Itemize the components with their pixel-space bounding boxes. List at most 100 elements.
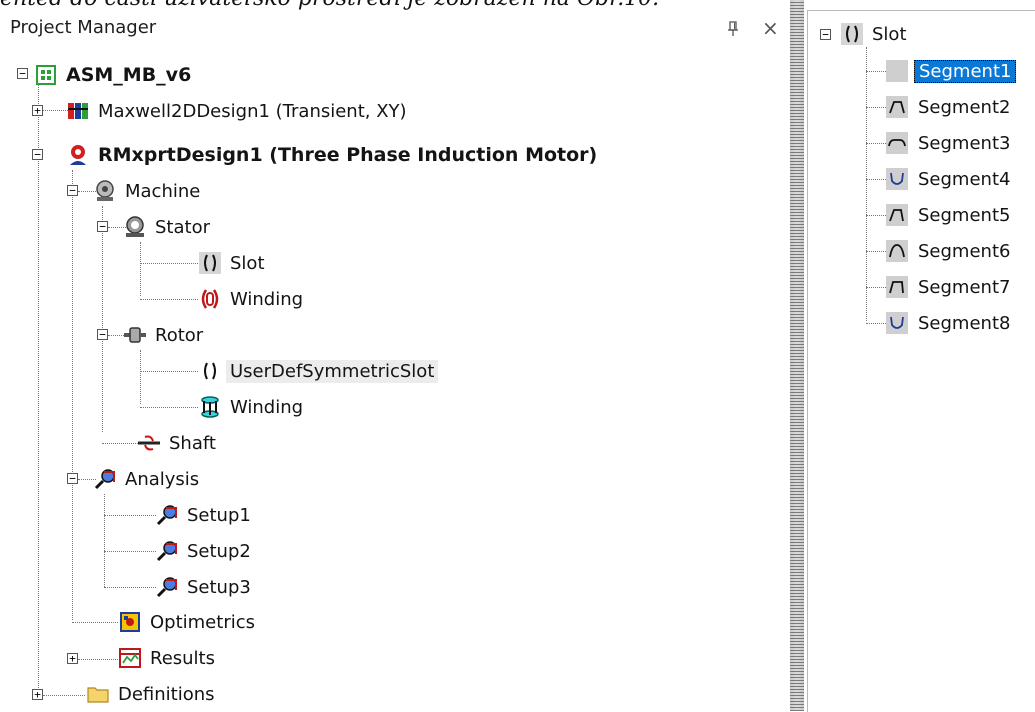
tree-item-stator-winding[interactable]: Winding <box>198 284 307 314</box>
tree-item-label: Setup3 <box>187 576 251 598</box>
collapse-toggle[interactable]: − <box>67 185 78 196</box>
close-icon[interactable]: × <box>762 18 779 38</box>
tree-item-stator[interactable]: Stator <box>123 212 214 242</box>
tree-branch <box>866 251 886 252</box>
tree-item-label: ASM_MB_v6 <box>66 64 192 86</box>
tree-branch <box>866 107 886 108</box>
segment-item-3[interactable]: Segment3 <box>886 128 1014 158</box>
setup-icon <box>155 575 179 599</box>
segment-item-6[interactable]: Segment6 <box>886 236 1014 266</box>
segment-label: Segment8 <box>918 312 1011 334</box>
panel-title: Project Manager <box>10 17 157 38</box>
segment-label: Segment3 <box>918 132 1011 154</box>
slot-icon <box>198 359 222 383</box>
collapse-toggle[interactable]: − <box>67 473 78 484</box>
segment-trapezoid-icon <box>886 96 908 118</box>
tree-item-project[interactable]: ASM_MB_v6 <box>34 60 195 90</box>
segment-label: Segment6 <box>918 240 1011 262</box>
tree-branch <box>102 443 138 444</box>
tree-item-rotor-slot[interactable]: UserDefSymmetricSlot <box>198 356 439 386</box>
tree-item-setup2[interactable]: Setup2 <box>155 536 255 566</box>
tree-item-label: Setup2 <box>187 540 251 562</box>
setup-icon <box>155 539 179 563</box>
tree-item-label: Winding <box>230 396 304 418</box>
tree-item-setup1[interactable]: Setup1 <box>155 500 255 530</box>
tree-item-label: Rotor <box>155 324 204 346</box>
tree-item-definitions[interactable]: Definitions <box>86 679 219 709</box>
tree-item-machine[interactable]: Machine <box>93 176 204 206</box>
collapse-toggle[interactable]: − <box>97 221 108 232</box>
slot-segments-panel: − Slot Segment1 Segment2 Segment3 Segmen… <box>807 10 1035 712</box>
segment-label: Segment4 <box>918 168 1011 190</box>
tree-item-optimetrics[interactable]: Optimetrics <box>118 607 259 637</box>
folder-icon <box>86 682 110 706</box>
tree-branch <box>140 371 198 372</box>
tree-branch <box>104 515 156 516</box>
tree-branch <box>140 263 198 264</box>
collapse-toggle[interactable]: − <box>17 68 28 79</box>
segment-label: Segment2 <box>918 96 1011 118</box>
tree-item-label: RMxprtDesign1 (Three Phase Induction Mot… <box>98 144 598 166</box>
cage-winding-icon <box>198 395 222 419</box>
segment-item-2[interactable]: Segment2 <box>886 92 1014 122</box>
segment-item-4[interactable]: Segment4 <box>886 164 1014 194</box>
segment-u-shape-icon <box>886 312 908 334</box>
tree-item-label: Definitions <box>118 683 215 705</box>
tree-item-shaft[interactable]: Shaft <box>137 428 220 458</box>
tree-item-rotor[interactable]: Rotor <box>123 320 207 350</box>
tree-branch <box>866 143 886 144</box>
tree-branch <box>866 323 886 324</box>
segment-item-1[interactable]: Segment1 <box>886 56 1017 86</box>
project-manager-panel: Project Manager × − ASM_MB_v6 + Maxwell2… <box>0 10 791 711</box>
pin-icon[interactable] <box>726 20 740 38</box>
rotor-icon <box>123 323 147 347</box>
tree-item-label: Setup1 <box>187 504 251 526</box>
segment-item-8[interactable]: Segment8 <box>886 308 1014 338</box>
expand-toggle[interactable]: + <box>67 653 78 664</box>
segment-label: Segment7 <box>918 276 1011 298</box>
winding-icon <box>198 287 222 311</box>
tree-item-slot-root[interactable]: Slot <box>840 19 911 49</box>
collapse-toggle[interactable]: − <box>820 29 831 40</box>
segment-arch-icon <box>886 240 908 262</box>
project-icon <box>34 63 58 87</box>
tree-item-results[interactable]: Results <box>118 643 219 673</box>
stator-icon <box>123 215 147 239</box>
tree-branch <box>140 299 198 300</box>
shaft-icon <box>137 431 161 455</box>
tree-item-label: Machine <box>125 180 201 202</box>
segment-item-5[interactable]: Segment5 <box>886 200 1014 230</box>
tree-item-label: Analysis <box>125 468 200 490</box>
tree-item-rmxprt-design[interactable]: RMxprtDesign1 (Three Phase Induction Mot… <box>66 140 601 170</box>
document-caption-fragment: ented do časti uživateľsko prostredí je … <box>0 0 800 11</box>
tree-item-rotor-winding[interactable]: Winding <box>198 392 307 422</box>
tree-branch <box>866 179 886 180</box>
tree-branch <box>866 215 886 216</box>
segment-trapezoid-icon <box>886 276 908 298</box>
panel-splitter[interactable] <box>790 0 804 711</box>
expand-toggle[interactable]: + <box>32 689 43 700</box>
collapse-toggle[interactable]: − <box>32 149 43 160</box>
segment-flat-arc-icon <box>886 132 908 154</box>
segment-label: Segment1 <box>914 59 1017 83</box>
expand-toggle[interactable]: + <box>32 105 43 116</box>
rmxprt-design-icon <box>66 143 90 167</box>
collapse-toggle[interactable]: − <box>97 329 108 340</box>
tree-item-setup3[interactable]: Setup3 <box>155 572 255 602</box>
tree-item-label: Stator <box>155 216 210 238</box>
tree-line <box>104 494 105 587</box>
tree-item-label: Slot <box>230 252 265 274</box>
tree-line <box>38 74 39 696</box>
tree-line <box>866 47 867 321</box>
tree-line <box>72 170 73 620</box>
slot-icon <box>198 251 222 275</box>
tree-branch <box>140 407 198 408</box>
tree-item-maxwell-design[interactable]: Maxwell2DDesign1 (Transient, XY) <box>66 96 411 126</box>
segment-item-7[interactable]: Segment7 <box>886 272 1014 302</box>
tree-item-stator-slot[interactable]: Slot <box>198 248 269 278</box>
tree-branch <box>104 587 156 588</box>
tree-item-label: Maxwell2DDesign1 (Transient, XY) <box>98 100 407 122</box>
slot-icon <box>840 22 864 46</box>
segment-blank-icon <box>886 60 908 82</box>
tree-item-analysis[interactable]: Analysis <box>93 464 203 494</box>
